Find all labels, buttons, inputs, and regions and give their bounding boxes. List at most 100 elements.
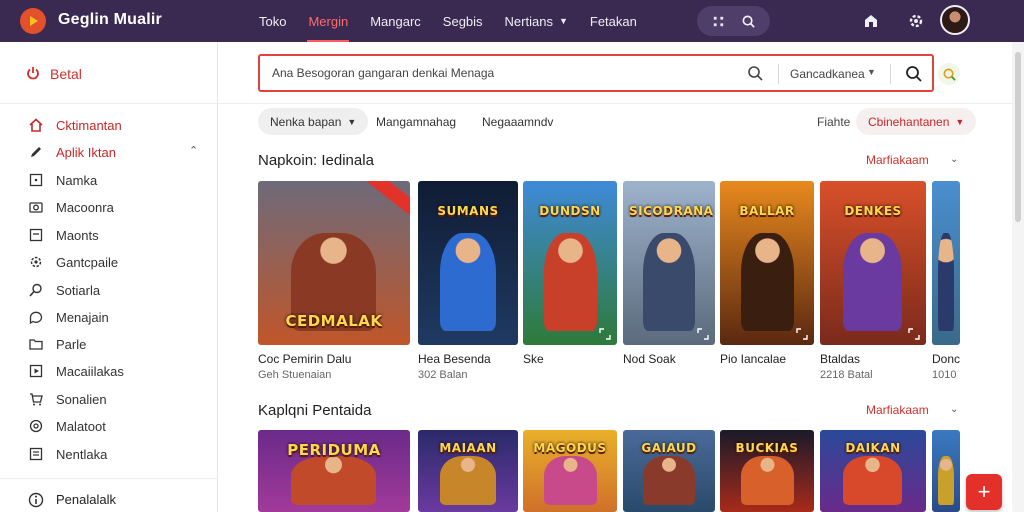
card-art-title: DUNDSN <box>539 204 601 218</box>
sidebar-header-label: Betal <box>50 66 82 82</box>
filter-chip-type[interactable]: Mangamnahag <box>364 108 468 135</box>
card-character-art <box>741 233 794 331</box>
sidebar-header[interactable]: Betal <box>0 42 218 104</box>
sidebar-item[interactable]: Aplik Iktan ⌃ <box>0 139 218 165</box>
sidebar-item-label: Macoonra <box>56 200 114 215</box>
app-logo-icon[interactable] <box>20 8 46 34</box>
sidebar-item[interactable]: Sonalien <box>0 386 218 412</box>
search-submit-icon[interactable] <box>904 64 924 84</box>
chat-icon <box>28 309 44 325</box>
game-card[interactable]: PERIDUMA <box>258 430 410 512</box>
sidebar-item[interactable]: Namka <box>0 167 218 193</box>
card-title[interactable]: Btaldas <box>820 352 860 366</box>
search-input[interactable]: Ana Besogoran gangaran denkai Menaga <box>272 66 494 80</box>
game-card[interactable]: GAIAUD <box>623 430 715 512</box>
expand-icon[interactable] <box>599 327 611 340</box>
expand-icon[interactable] <box>697 327 709 340</box>
voice-search-icon[interactable] <box>938 63 960 85</box>
user-avatar[interactable] <box>940 5 970 35</box>
sort-select[interactable]: Cbinehantanen ▼ <box>856 108 977 135</box>
card-art-title: SICODRANA <box>629 204 714 218</box>
card-title[interactable]: Coc Pemirin Dalu <box>258 352 351 366</box>
sidebar-item-label: Parle <box>56 337 87 352</box>
chevron-down-icon[interactable]: ⌄ <box>950 154 958 165</box>
nav-item[interactable]: Segbis <box>432 0 494 42</box>
game-card[interactable]: MAIAAN <box>418 430 518 512</box>
game-card[interactable]: SICODRANA <box>623 181 715 345</box>
store-icon[interactable] <box>860 10 882 32</box>
card-character-art <box>643 233 695 331</box>
see-more-link[interactable]: Marfiakaam <box>866 153 929 167</box>
sidebar: Betal Cktimantan Aplik Iktan ⌃ Namka Macoonr… <box>0 42 218 512</box>
sidebar-item-label: Cktimantan <box>56 118 122 133</box>
search-icon[interactable] <box>741 14 756 29</box>
game-card[interactable]: CEDMALAK <box>258 181 410 345</box>
chevron-down-icon[interactable]: ▼ <box>867 67 876 77</box>
game-card[interactable]: BALLAR <box>720 181 814 345</box>
game-card[interactable]: SUMANS <box>418 181 518 345</box>
nav-item[interactable]: Toko <box>248 0 297 42</box>
nav-item[interactable]: Nertians ▼ <box>494 0 579 42</box>
settings-icon <box>28 418 44 434</box>
filter-chip-mode[interactable]: Negaaamndv <box>470 108 565 135</box>
card-title[interactable]: Hea Besenda <box>418 352 491 366</box>
sort-label: Fiahte <box>817 115 851 129</box>
main-nav: Toko Mergin Mangarc Segbis Nertians ▼ Fetakan <box>248 0 648 42</box>
search-inline-icon[interactable] <box>747 65 764 82</box>
search-divider <box>778 64 779 84</box>
scrollbar[interactable] <box>1012 42 1024 512</box>
chevron-down-icon[interactable]: ⌄ <box>950 404 958 415</box>
sidebar-item-label: Macaiilakas <box>56 364 124 379</box>
game-card[interactable]: DUNDSN <box>523 181 617 345</box>
game-card[interactable]: MAGODUS <box>523 430 617 512</box>
nav-item[interactable]: Mergin <box>297 0 359 42</box>
search-bar[interactable]: Ana Besogoran gangaran denkai Menaga Gan… <box>258 54 934 92</box>
card-art-title: MAGODUS <box>533 441 607 455</box>
search-icon <box>28 282 44 298</box>
grid-icon[interactable] <box>711 14 726 29</box>
filter-chip-category[interactable]: Nenka bapan ▼ <box>258 108 369 135</box>
sidebar-item[interactable]: Gantcpaile <box>0 249 218 275</box>
card-title[interactable]: Ske <box>523 352 544 366</box>
app-brand[interactable]: Geglin Mualir <box>58 11 162 29</box>
card-title[interactable]: Nod Soak <box>623 352 676 366</box>
sidebar-item-label: Menajain <box>56 310 109 325</box>
expand-icon[interactable] <box>908 327 920 340</box>
settings-gear-icon[interactable] <box>905 10 927 32</box>
sidebar-item[interactable]: Menajain <box>0 304 218 330</box>
sidebar-item[interactable]: Cktimantan <box>0 112 218 138</box>
sidebar-item[interactable]: Macoonra <box>0 194 218 220</box>
chevron-up-icon[interactable]: ⌃ <box>189 144 198 157</box>
card-character-art <box>440 233 496 331</box>
game-card[interactable]: DENKES <box>820 181 926 345</box>
featured-ribbon <box>366 181 410 218</box>
box-icon <box>28 227 44 243</box>
sidebar-item[interactable]: Parle <box>0 331 218 357</box>
sidebar-item[interactable]: Sotiarla <box>0 277 218 303</box>
game-card[interactable]: BUCKIAS <box>720 430 814 512</box>
game-card[interactable]: DAIKAN <box>820 430 926 512</box>
card-title[interactable]: Pio Iancalae <box>720 352 786 366</box>
nav-item[interactable]: Fetakan <box>579 0 648 42</box>
card-art-title: BUCKIAS <box>735 441 799 455</box>
card-character-art <box>291 456 376 505</box>
scrollbar-thumb[interactable] <box>1015 52 1021 222</box>
pen-icon <box>28 144 44 160</box>
home-icon <box>28 117 44 133</box>
sidebar-footer-label: Penalalalk <box>56 492 116 507</box>
sidebar-item[interactable]: Nentlaka <box>0 441 218 467</box>
sidebar-item[interactable]: Maonts <box>0 222 218 248</box>
card-character-art <box>643 456 695 505</box>
card-title[interactable]: Donc <box>932 352 960 366</box>
section-title: Napkoin: Iedinala <box>258 152 374 169</box>
nav-item[interactable]: Mangarc <box>359 0 432 42</box>
sidebar-item[interactable]: Macaiilakas <box>0 358 218 384</box>
sidebar-footer[interactable]: Penalalalk <box>0 478 218 512</box>
game-card[interactable] <box>932 181 960 345</box>
expand-icon[interactable] <box>796 327 808 340</box>
sidebar-item[interactable]: Malatoot <box>0 413 218 439</box>
add-button[interactable]: + <box>966 474 1002 510</box>
see-more-link[interactable]: Marfiakaam <box>866 403 929 417</box>
game-card[interactable] <box>932 430 960 512</box>
search-category-select[interactable]: Gancadkanea <box>790 67 865 81</box>
